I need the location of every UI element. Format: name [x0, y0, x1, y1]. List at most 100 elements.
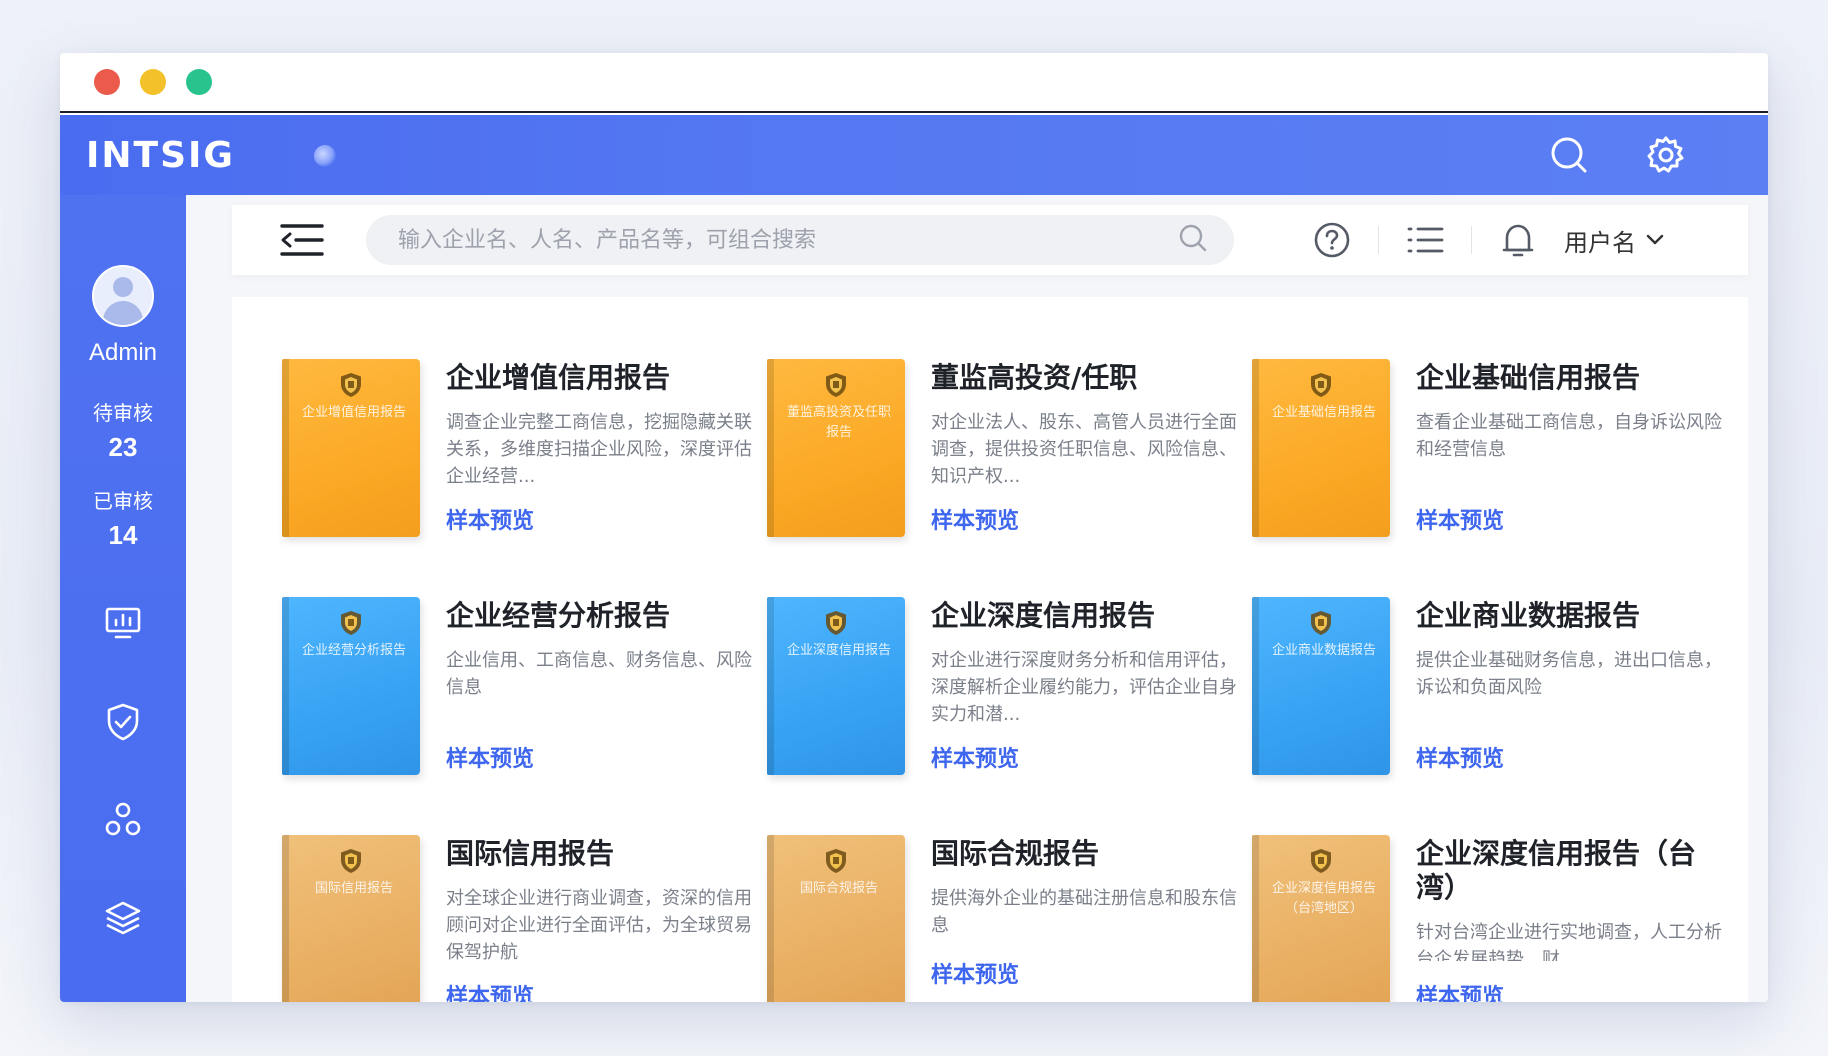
report-cover-title: 企业深度信用报告: [786, 643, 891, 658]
report-description: 提供海外企业的基础注册信息和股东信息: [931, 888, 1237, 936]
reviewed-count[interactable]: 14: [109, 520, 138, 551]
report-info: 企业深度信用报告（台湾） 针对台湾企业进行实地调查，人工分析台企发展趋势、财..…: [1416, 835, 1732, 1002]
report-info: 企业增值信用报告 调查企业完整工商信息，挖掘隐藏关联关系，多维度扫描企业风险，深…: [446, 359, 767, 537]
report-info: 企业商业数据报告 提供企业基础财务信息，进出口信息，诉讼和负面风险 样本预览: [1416, 597, 1732, 775]
report-card[interactable]: 企业增值信用报告 企业增值信用报告 调查企业完整工商信息，挖掘隐藏关联关系，多维…: [282, 359, 767, 537]
username: 用户名: [1564, 228, 1636, 257]
report-info: 国际合规报告 提供海外企业的基础注册信息和股东信息 样本预览: [931, 835, 1252, 1002]
minimize-window-button[interactable]: [140, 69, 166, 95]
sample-preview-link[interactable]: 样本预览: [446, 503, 767, 537]
report-title: 企业深度信用报告（台湾）: [1416, 837, 1697, 904]
report-description: 查看企业基础工商信息，自身诉讼风险和经营信息: [1416, 412, 1722, 460]
sample-preview-link[interactable]: 样本预览: [446, 979, 767, 1002]
report-info: 企业深度信用报告 对企业进行深度财务分析和信用评估，深度解析企业履约能力，评估企…: [931, 597, 1252, 775]
sample-preview-link[interactable]: 样本预览: [1416, 741, 1732, 775]
shield-badge-icon: [1307, 609, 1335, 637]
search-input[interactable]: [398, 227, 1178, 253]
close-window-button[interactable]: [94, 69, 120, 95]
report-description: 对企业法人、股东、高管人员进行全面调查，提供投资任职信息、风险信息、知识产权..…: [931, 412, 1237, 487]
report-card[interactable]: 国际信用报告 国际信用报告 对全球企业进行商业调查，资深的信用顾问对企业进行全面…: [282, 835, 767, 1002]
decorative-orb: [314, 145, 336, 167]
pending-count[interactable]: 23: [109, 432, 138, 463]
sample-preview-link[interactable]: 样本预览: [446, 741, 767, 775]
report-cover-title: 国际合规报告: [799, 881, 878, 896]
reviewed-label: 已审核: [93, 489, 153, 513]
maximize-window-button[interactable]: [186, 69, 212, 95]
report-cover[interactable]: 国际合规报告: [767, 835, 905, 1002]
report-cover[interactable]: 企业深度信用报告: [767, 597, 905, 775]
search-box: [366, 215, 1234, 265]
report-description: 企业信用、工商信息、财务信息、风险信息: [446, 650, 752, 698]
layers-icon[interactable]: [98, 893, 148, 943]
report-cover[interactable]: 国际信用报告: [282, 835, 420, 1002]
main-area: 用户名 企业增值信用报告 企业增值信用报告 调查企业完整工商信息，挖掘隐藏关联关…: [186, 195, 1768, 1002]
shield-badge-icon: [337, 609, 365, 637]
sample-preview-link[interactable]: 样本预览: [931, 503, 1252, 537]
report-title: 国际信用报告: [446, 837, 615, 870]
pending-label: 待审核: [93, 401, 153, 425]
report-description: 对全球企业进行商业调查，资深的信用顾问对企业进行全面评估，为全球贸易保驾护航: [446, 888, 752, 961]
report-description: 提供企业基础财务信息，进出口信息，诉讼和负面风险: [1416, 650, 1722, 698]
report-title: 企业基础信用报告: [1416, 361, 1641, 394]
app-header: INTSIG: [60, 115, 1768, 195]
shield-badge-icon: [822, 371, 850, 399]
report-card[interactable]: 企业深度信用报告 企业深度信用报告 对企业进行深度财务分析和信用评估，深度解析企…: [767, 597, 1252, 775]
shield-badge-icon: [822, 847, 850, 875]
shield-badge-icon: [1307, 371, 1335, 399]
report-card[interactable]: 企业基础信用报告 企业基础信用报告 查看企业基础工商信息，自身诉讼风险和经营信息…: [1252, 359, 1732, 537]
sample-preview-link[interactable]: 样本预览: [1416, 979, 1732, 1002]
avatar[interactable]: [92, 265, 154, 327]
report-info: 企业经营分析报告 企业信用、工商信息、财务信息、风险信息 样本预览: [446, 597, 767, 775]
gear-icon[interactable]: [1644, 133, 1688, 177]
report-cover-title: 企业增值信用报告: [301, 405, 406, 420]
report-cover-title: 企业商业数据报告: [1271, 643, 1376, 658]
shield-badge-icon: [337, 847, 365, 875]
brand-logo: INTSIG: [86, 134, 235, 176]
report-info: 董监高投资/任职 对企业法人、股东、高管人员进行全面调查，提供投资任职信息、风险…: [931, 359, 1252, 537]
sample-preview-link[interactable]: 样本预览: [931, 741, 1252, 775]
report-title: 企业经营分析报告: [446, 599, 671, 632]
report-card[interactable]: 企业经营分析报告 企业经营分析报告 企业信用、工商信息、财务信息、风险信息 样本…: [282, 597, 767, 775]
report-cover[interactable]: 企业经营分析报告: [282, 597, 420, 775]
shield-check-icon[interactable]: [98, 697, 148, 747]
report-cover[interactable]: 企业商业数据报告: [1252, 597, 1390, 775]
report-card[interactable]: 企业商业数据报告 企业商业数据报告 提供企业基础财务信息，进出口信息，诉讼和负面…: [1252, 597, 1732, 775]
report-grid: 企业增值信用报告 企业增值信用报告 调查企业完整工商信息，挖掘隐藏关联关系，多维…: [282, 359, 1748, 1002]
report-catalog: 企业增值信用报告 企业增值信用报告 调查企业完整工商信息，挖掘隐藏关联关系，多维…: [232, 297, 1748, 1002]
report-card[interactable]: 国际合规报告 国际合规报告 提供海外企业的基础注册信息和股东信息 样本预览: [767, 835, 1252, 1002]
bell-icon[interactable]: [1496, 218, 1540, 262]
report-cover[interactable]: 企业基础信用报告: [1252, 359, 1390, 537]
window-titlebar: [60, 53, 1768, 113]
shield-badge-icon: [822, 609, 850, 637]
sample-preview-link[interactable]: 样本预览: [1416, 503, 1732, 537]
report-cover[interactable]: 企业深度信用报告（台湾地区）: [1252, 835, 1390, 1002]
report-cover-title: 企业深度信用报告（台湾地区）: [1271, 881, 1376, 916]
report-title: 企业增值信用报告: [446, 361, 671, 394]
report-card[interactable]: 企业深度信用报告（台湾地区） 企业深度信用报告（台湾） 针对台湾企业进行实地调查…: [1252, 835, 1732, 1002]
search-icon[interactable]: [1178, 223, 1208, 257]
report-cover-title: 企业基础信用报告: [1271, 405, 1376, 420]
chevron-down-icon: [1646, 234, 1664, 245]
report-title: 企业深度信用报告: [931, 599, 1156, 632]
toolbar-divider: [1471, 226, 1472, 254]
list-icon[interactable]: [1403, 218, 1447, 262]
toolbar: 用户名: [232, 205, 1748, 275]
report-description: 对企业进行深度财务分析和信用评估，深度解析企业履约能力，评估企业自身实力和潜..…: [931, 650, 1237, 725]
menu-collapse-icon[interactable]: [278, 220, 326, 260]
report-cover[interactable]: 董监高投资及任职报告: [767, 359, 905, 537]
help-icon[interactable]: [1310, 218, 1354, 262]
report-cover-title: 国际信用报告: [314, 881, 393, 896]
user-menu[interactable]: 用户名: [1564, 223, 1664, 258]
report-cover-title: 企业经营分析报告: [301, 643, 406, 658]
report-info: 企业基础信用报告 查看企业基础工商信息，自身诉讼风险和经营信息 样本预览: [1416, 359, 1732, 537]
sidebar: Admin 待审核 23 已审核 14: [60, 195, 186, 1002]
report-cover[interactable]: 企业增值信用报告: [282, 359, 420, 537]
toolbar-divider: [1378, 226, 1379, 254]
report-title: 国际合规报告: [931, 837, 1100, 870]
dashboard-icon[interactable]: [98, 599, 148, 649]
report-card[interactable]: 董监高投资及任职报告 董监高投资/任职 对企业法人、股东、高管人员进行全面调查，…: [767, 359, 1252, 537]
report-title: 企业商业数据报告: [1416, 599, 1641, 632]
sample-preview-link[interactable]: 样本预览: [931, 957, 1252, 991]
cluster-icon[interactable]: [98, 795, 148, 845]
search-icon[interactable]: [1547, 133, 1591, 177]
